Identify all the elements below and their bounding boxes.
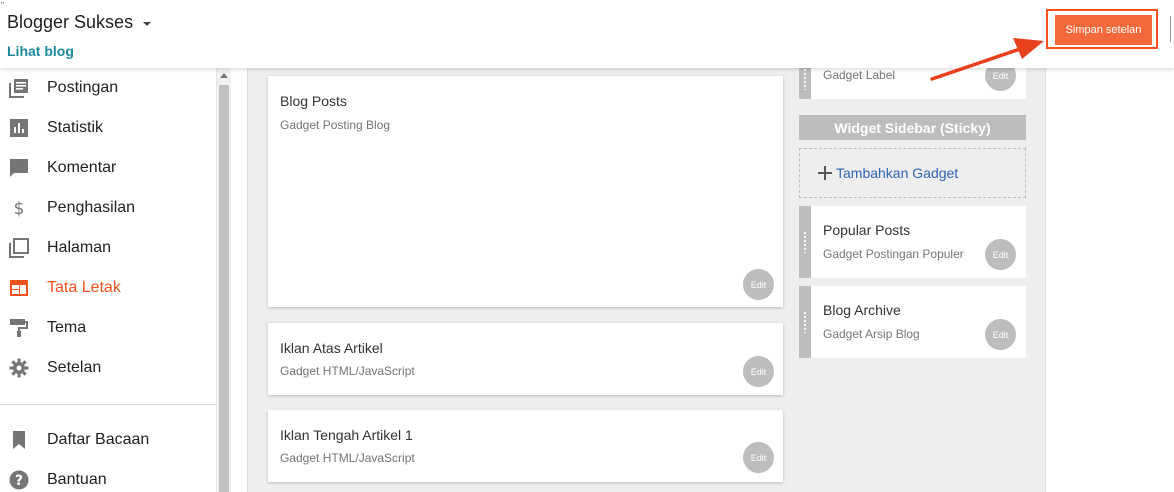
gadget-type: Gadget Posting Blog <box>280 118 391 132</box>
gadget-type: Gadget HTML/JavaScript <box>280 451 415 465</box>
gadget-iklan-atas-artikel[interactable]: Iklan Atas Artikel Gadget HTML/JavaScrip… <box>268 323 783 395</box>
edit-button[interactable]: Edit <box>743 269 774 300</box>
sidebar-item-penghasilan[interactable]: $ Penghasilan <box>0 188 216 228</box>
sidebar-item-tata-letak[interactable]: Tata Letak <box>0 268 216 308</box>
gadget-iklan-tengah-artikel-1[interactable]: Iklan Tengah Artikel 1 Gadget HTML/JavaS… <box>268 410 783 482</box>
comment-icon <box>9 158 29 178</box>
sidebar-scrollbar[interactable] <box>216 68 231 492</box>
edit-button[interactable]: Edit <box>743 442 774 473</box>
layout-icon <box>9 278 29 298</box>
gadget-title: Popular Posts <box>823 222 911 238</box>
view-blog-link[interactable]: Lihat blog <box>7 43 74 59</box>
left-sidebar: Postingan Statistik Komentar $ Penghasil… <box>0 68 216 492</box>
svg-text:$: $ <box>14 199 25 218</box>
sidebar-item-label: Statistik <box>47 119 104 136</box>
sidebar-item-label: Bantuan <box>47 471 107 488</box>
sidebar-item-postingan[interactable]: Postingan <box>0 68 216 108</box>
sidebar-item-label: Tema <box>47 319 87 336</box>
drag-handle[interactable] <box>799 206 811 278</box>
edit-button[interactable]: Edit <box>743 356 774 387</box>
section-title: Widget Sidebar (Sticky) <box>799 115 1026 140</box>
paint-roller-icon <box>9 318 29 338</box>
gadget-type: Gadget HTML/JavaScript <box>280 364 415 378</box>
annotation-arrow-icon <box>930 38 1044 81</box>
edit-button[interactable]: Edit <box>985 319 1016 350</box>
sidebar-divider <box>0 404 216 405</box>
sidebar-item-bantuan[interactable]: ? Bantuan <box>0 460 216 492</box>
sidebar-item-label: Postingan <box>47 79 119 96</box>
sidebar-item-label: Penghasilan <box>47 199 136 216</box>
gadget-title: Iklan Atas Artikel <box>280 340 383 356</box>
sidebar-item-statistik[interactable]: Statistik <box>0 108 216 148</box>
gadget-title: Blog Archive <box>823 302 901 318</box>
corner-mark: " <box>1 1 4 10</box>
pages-icon <box>9 238 29 258</box>
sidebar-item-label: Halaman <box>47 239 112 256</box>
drag-dots-icon <box>804 231 806 253</box>
header-edge <box>1170 16 1174 42</box>
gadget-blog-posts[interactable]: Blog Posts Gadget Posting Blog Edit <box>268 76 783 307</box>
sidebar-item-label: Setelan <box>47 359 102 376</box>
gadget-popular-posts[interactable]: Popular Posts Gadget Postingan Populer E… <box>799 206 1026 278</box>
svg-text:?: ? <box>15 473 23 489</box>
stats-icon <box>9 118 29 138</box>
sidebar-item-komentar[interactable]: Komentar <box>0 148 216 188</box>
gadget-type: Gadget Arsip Blog <box>823 327 920 341</box>
gadget-blog-archive[interactable]: Blog Archive Gadget Arsip Blog Edit <box>799 286 1026 358</box>
sidebar-item-label: Komentar <box>47 159 117 176</box>
edit-button[interactable]: Edit <box>985 239 1016 270</box>
sidebar-item-setelan[interactable]: Setelan <box>0 348 216 388</box>
scroll-up-arrow-icon[interactable] <box>220 73 228 78</box>
drag-handle[interactable] <box>799 286 811 358</box>
help-icon: ? <box>9 470 29 490</box>
plus-icon <box>818 166 832 180</box>
add-gadget-label: Tambahkan Gadget <box>836 165 959 181</box>
dollar-icon: $ <box>9 198 29 218</box>
add-gadget-button[interactable]: Tambahkan Gadget <box>799 148 1026 198</box>
gadget-type: Gadget Label <box>823 68 896 82</box>
gadget-title: Iklan Tengah Artikel 1 <box>280 427 413 443</box>
blog-selector[interactable]: Blogger Sukses <box>7 12 152 33</box>
sidebar-item-label: Tata Letak <box>47 279 121 296</box>
sidebar-item-daftar-bacaan[interactable]: Daftar Bacaan <box>0 420 216 460</box>
drag-dots-icon <box>804 67 806 90</box>
sidebar-item-tema[interactable]: Tema <box>0 308 216 348</box>
save-settings-button[interactable]: Simpan setelan <box>1055 15 1152 45</box>
sidebar-item-label: Daftar Bacaan <box>47 431 150 448</box>
gear-icon <box>9 358 29 378</box>
sidebar-item-halaman[interactable]: Halaman <box>0 228 216 268</box>
gadget-type: Gadget Postingan Populer <box>823 247 964 261</box>
chevron-down-icon <box>143 21 152 26</box>
drag-dots-icon <box>804 311 806 333</box>
bookmark-icon <box>9 430 29 450</box>
scroll-thumb[interactable] <box>219 85 229 492</box>
gadget-title: Blog Posts <box>280 93 347 109</box>
layout-editor-page: Blog Posts Gadget Posting Blog Edit Ikla… <box>0 0 1174 492</box>
blog-name: Blogger Sukses <box>7 12 134 32</box>
posts-icon <box>9 78 29 98</box>
